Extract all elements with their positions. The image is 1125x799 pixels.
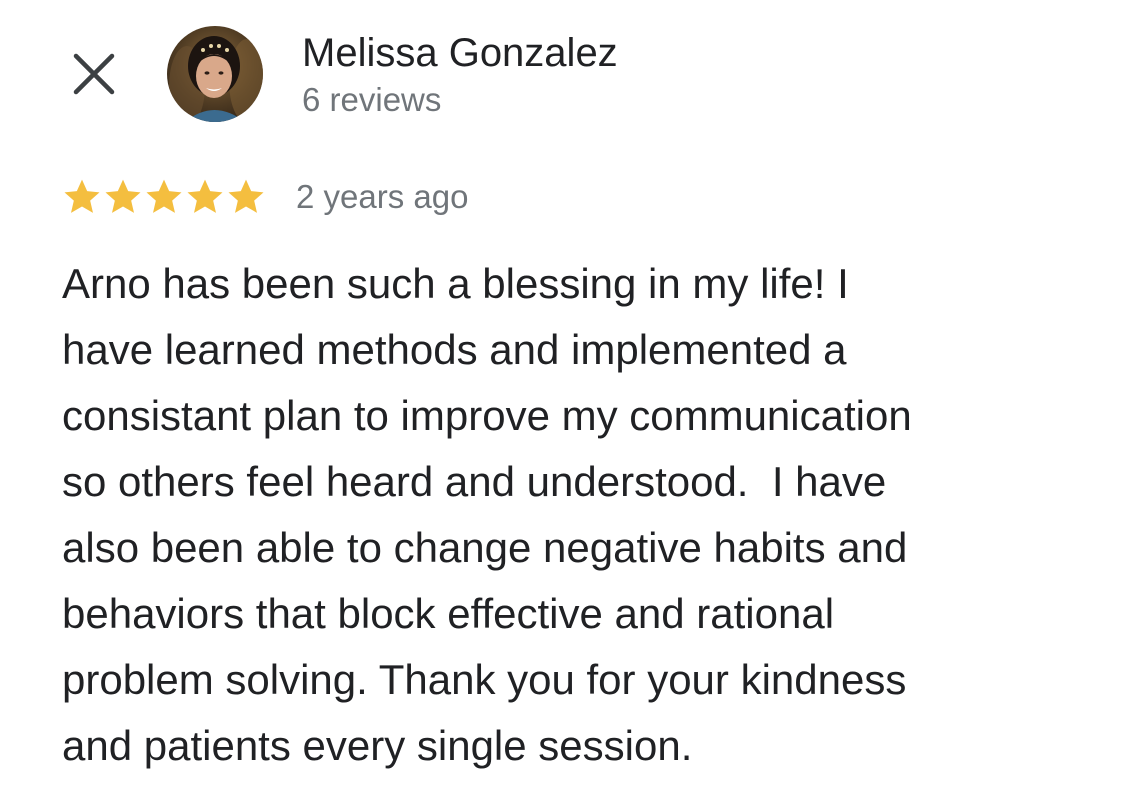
close-button[interactable] <box>66 48 122 104</box>
star-rating <box>62 177 267 217</box>
review-text-line: Arno has been such a blessing in my life… <box>62 260 849 307</box>
review-time-ago: 2 years ago <box>296 178 469 215</box>
star-icon <box>187 179 223 213</box>
reviewer-name[interactable]: Melissa Gonzalez <box>302 30 618 76</box>
star-icon <box>105 179 141 213</box>
review-text-line: problem solving. Thank you for your kind… <box>62 656 907 703</box>
profile-photo <box>167 26 263 122</box>
star-icon <box>228 179 264 213</box>
review-text-line: also been able to change negative habits… <box>62 524 908 571</box>
review-text-line: behaviors that block effective and ratio… <box>62 590 835 637</box>
close-icon <box>72 52 116 101</box>
review-text-line: so others feel heard and understood. I h… <box>62 458 887 505</box>
review-text-line: consistant plan to improve my communicat… <box>62 392 912 439</box>
reviewer-review-count: 6 reviews <box>302 81 442 118</box>
star-icon <box>64 179 100 213</box>
review-text-line: and patients every single session. <box>62 722 693 769</box>
review-text: Arno has been such a blessing in my life… <box>62 251 1102 779</box>
star-icon <box>146 179 182 213</box>
review-text-line: have learned methods and implemented a <box>62 326 847 373</box>
avatar[interactable] <box>167 26 263 122</box>
